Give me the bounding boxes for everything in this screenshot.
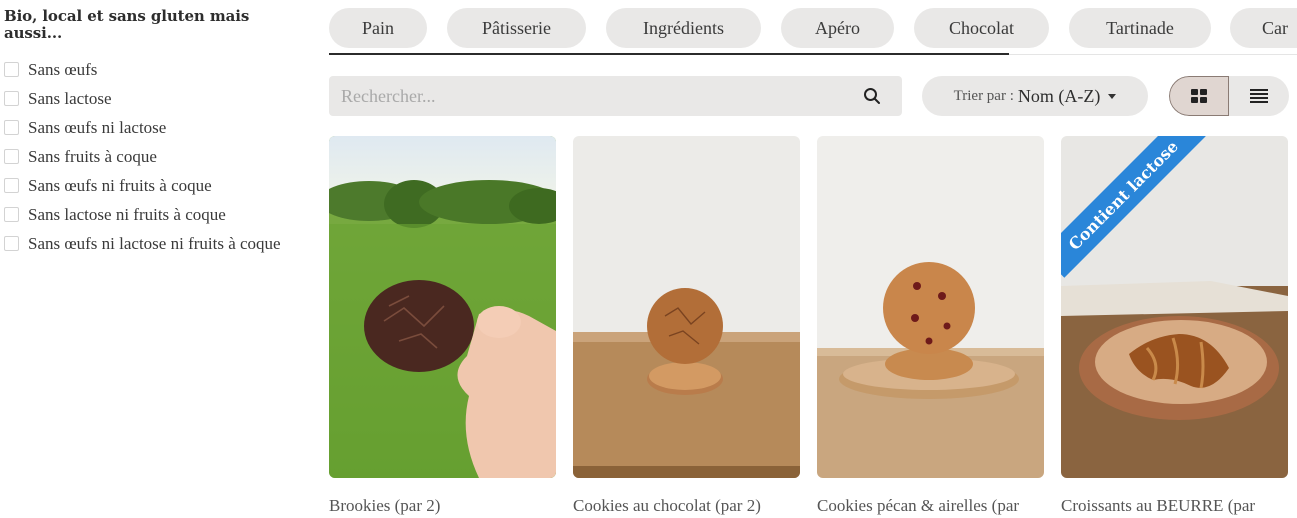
tab-pain[interactable]: Pain	[329, 8, 427, 48]
filter-sans-fruits-a-coque[interactable]: Sans fruits à coque	[4, 145, 294, 169]
sort-dropdown[interactable]: Trier par : Nom (A-Z)	[922, 76, 1148, 116]
checkbox[interactable]	[4, 207, 19, 222]
filter-sans-lactose-ni-fruits[interactable]: Sans lactose ni fruits à coque	[4, 203, 294, 227]
filter-label: Sans lactose ni fruits à coque	[28, 205, 226, 224]
checkbox[interactable]	[4, 236, 19, 251]
search-icon[interactable]	[852, 76, 892, 116]
filter-label: Sans fruits à coque	[28, 147, 157, 166]
product-image[interactable]: Contient lactose	[1061, 136, 1288, 478]
filter-sidebar: Bio, local et sans gluten mais aussi... …	[4, 8, 294, 261]
product-card[interactable]: Brookies (par 2)	[329, 136, 556, 515]
sort-label: Trier par :	[953, 87, 1014, 104]
product-name[interactable]: Cookies pécan & airelles (par	[817, 496, 1057, 516]
grid-icon	[1191, 89, 1207, 103]
filter-sans-lactose[interactable]: Sans lactose	[4, 87, 294, 111]
product-name[interactable]: Brookies (par 2)	[329, 496, 569, 516]
filter-label: Sans lactose	[28, 89, 112, 108]
filter-list: Sans œufs Sans lactose Sans œufs ni lact…	[4, 58, 294, 256]
filter-label: Sans œufs ni fruits à coque	[28, 176, 212, 195]
product-image[interactable]	[573, 136, 800, 478]
product-card[interactable]: Contient lactose Croissants au BEURRE (p…	[1061, 136, 1288, 515]
product-image[interactable]	[817, 136, 1044, 478]
checkbox[interactable]	[4, 91, 19, 106]
list-view-button[interactable]	[1229, 76, 1289, 116]
list-icon	[1250, 89, 1268, 103]
tab-car[interactable]: Car	[1230, 8, 1297, 48]
category-tabs: Pain Pâtisserie Ingrédients Apéro Chocol…	[329, 8, 1297, 48]
product-name[interactable]: Cookies au chocolat (par 2)	[573, 496, 813, 516]
filter-sans-oeufs-ni-lactose[interactable]: Sans œufs ni lactose	[4, 116, 294, 140]
filter-label: Sans œufs ni lactose ni fruits à coque	[28, 234, 281, 253]
checkbox[interactable]	[4, 62, 19, 77]
tab-tartinade[interactable]: Tartinade	[1069, 8, 1211, 48]
tab-apero[interactable]: Apéro	[781, 8, 894, 48]
product-name[interactable]: Croissants au BEURRE (par	[1061, 496, 1297, 516]
active-tab-underline	[329, 53, 1009, 55]
product-image[interactable]	[329, 136, 556, 478]
tab-ingredients[interactable]: Ingrédients	[606, 8, 761, 48]
filter-sans-oeufs-ni-fruits[interactable]: Sans œufs ni fruits à coque	[4, 174, 294, 198]
product-card[interactable]: Cookies au chocolat (par 2)	[573, 136, 800, 515]
checkbox[interactable]	[4, 149, 19, 164]
filter-title: Bio, local et sans gluten mais aussi...	[4, 7, 250, 42]
search-input[interactable]	[329, 76, 852, 116]
view-toggle	[1169, 76, 1289, 116]
product-card[interactable]: Cookies pécan & airelles (par	[817, 136, 1044, 515]
chevron-down-icon	[1108, 93, 1117, 99]
filter-label: Sans œufs ni lactose	[28, 118, 167, 137]
sort-value: Nom (A-Z)	[1017, 85, 1101, 106]
checkbox[interactable]	[4, 178, 19, 193]
filter-label: Sans œufs	[28, 60, 98, 79]
checkbox[interactable]	[4, 120, 19, 135]
filter-sans-oeufs-ni-lactose-ni-fruits[interactable]: Sans œufs ni lactose ni fruits à coque	[4, 232, 294, 256]
filter-sans-oeufs[interactable]: Sans œufs	[4, 58, 294, 82]
tab-chocolat[interactable]: Chocolat	[914, 8, 1049, 48]
grid-view-button[interactable]	[1169, 76, 1229, 116]
tab-patisserie[interactable]: Pâtisserie	[447, 8, 586, 48]
tabs-divider	[1009, 54, 1297, 55]
search-box	[329, 76, 902, 116]
